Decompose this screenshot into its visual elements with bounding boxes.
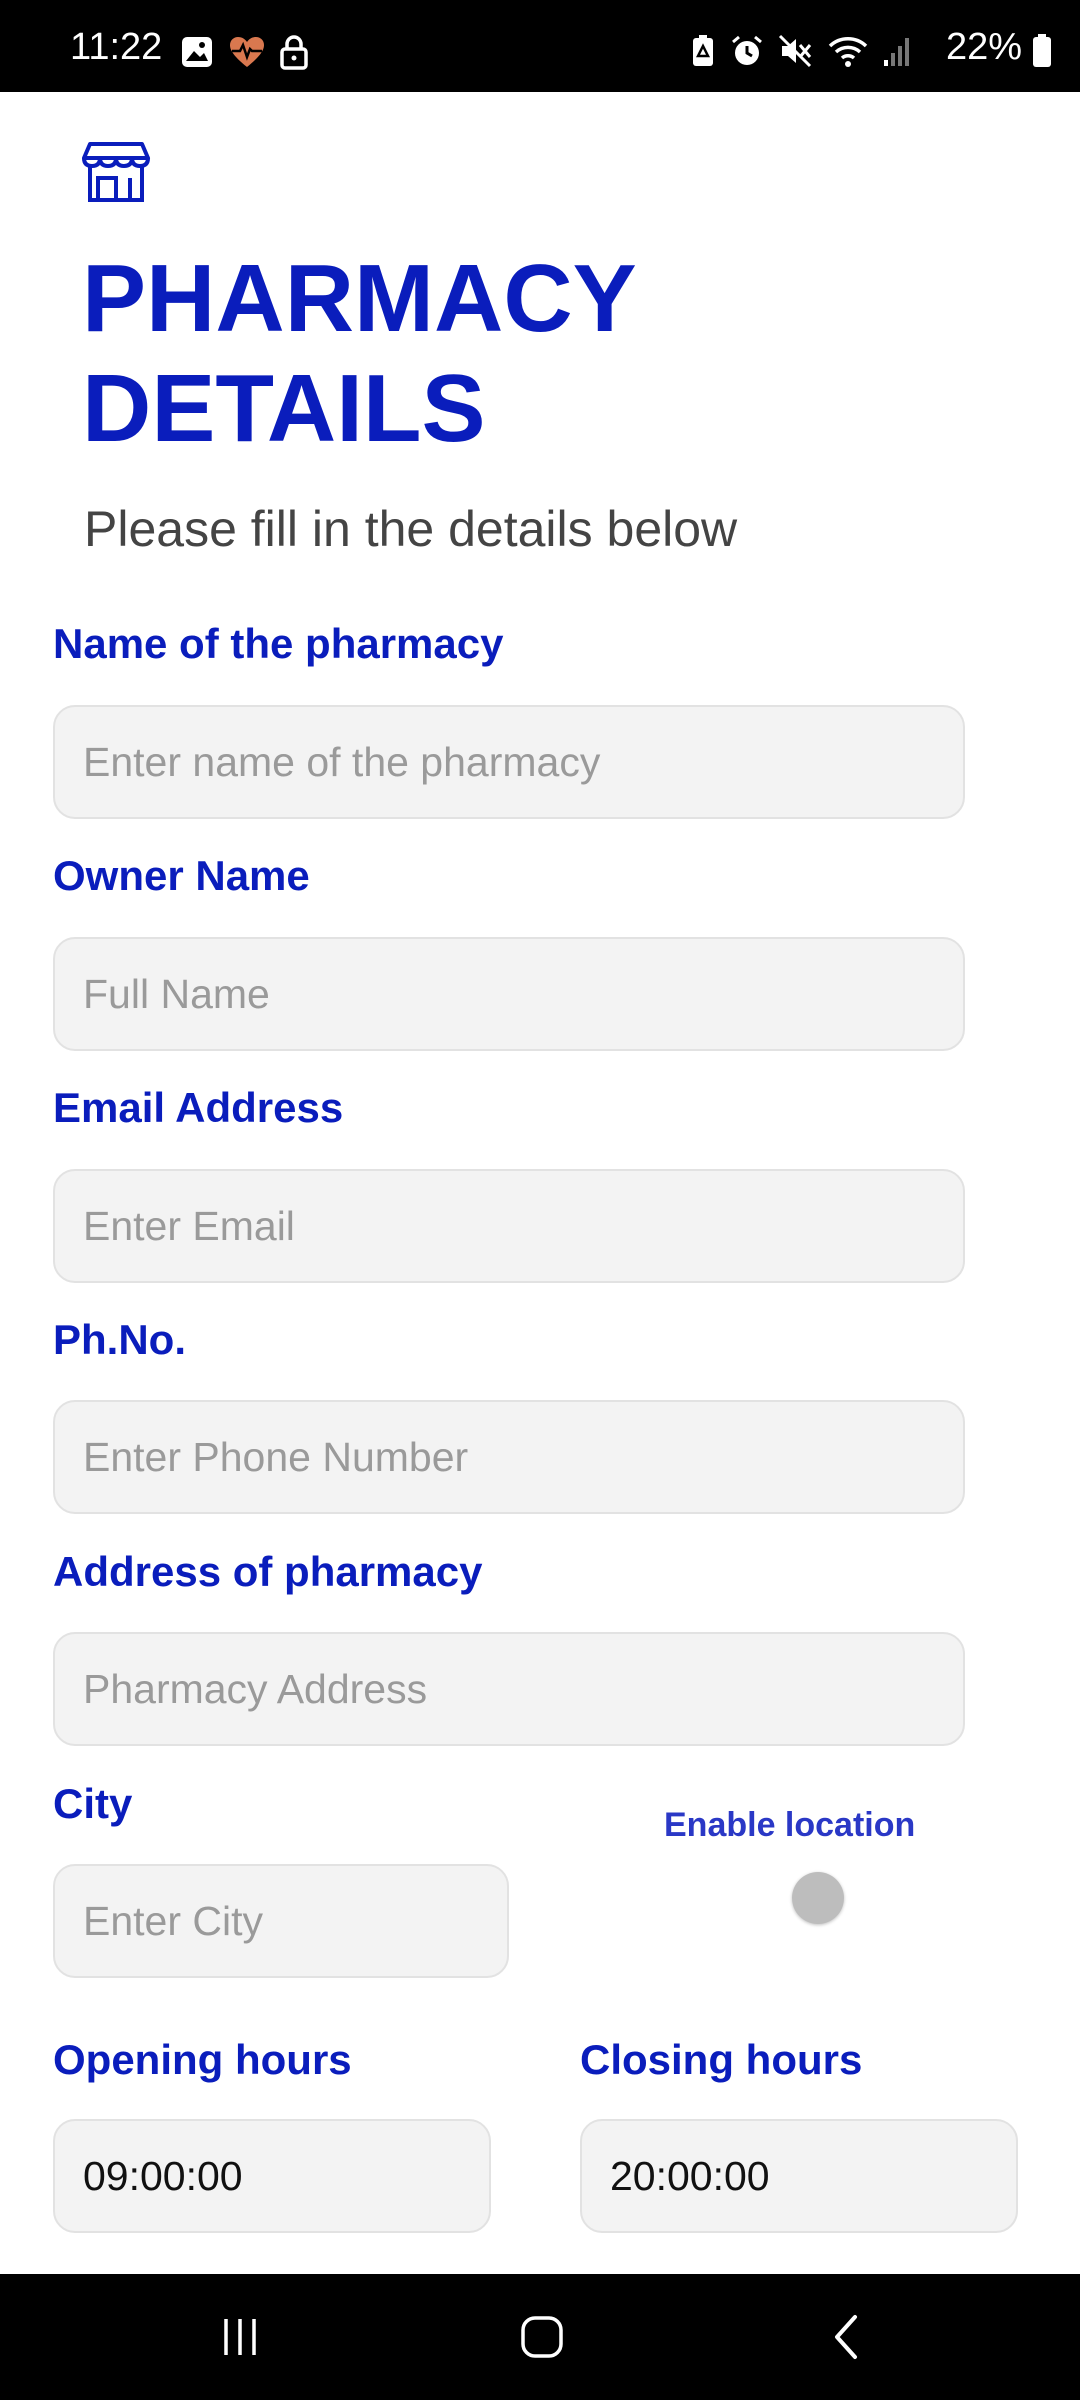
- home-button[interactable]: [502, 2304, 582, 2370]
- battery-percent: 22%: [945, 26, 1022, 68]
- battery-icon: [1032, 34, 1052, 68]
- phone-label: Ph.No.: [53, 1316, 186, 1363]
- pharmacy-name-label: Name of the pharmacy: [53, 620, 504, 667]
- enable-location-label: Enable location: [664, 1806, 916, 1844]
- city-input[interactable]: [53, 1864, 509, 1978]
- opening-hours-label: Opening hours: [53, 2036, 352, 2083]
- store-icon: [80, 140, 152, 204]
- wifi-icon: [828, 34, 868, 68]
- image-icon: [180, 35, 214, 69]
- opening-hours-input[interactable]: [53, 2119, 491, 2233]
- home-icon: [519, 2314, 565, 2360]
- status-time: 11:22: [70, 26, 163, 68]
- city-label: City: [53, 1780, 133, 1827]
- mute-icon: [778, 34, 814, 68]
- status-left-icons: [180, 34, 308, 70]
- navigation-bar: [0, 2274, 1080, 2400]
- page-title: PHARMACY DETAILS: [82, 245, 635, 462]
- page-subtitle: Please fill in the details below: [84, 501, 738, 557]
- recent-apps-button[interactable]: [200, 2304, 280, 2370]
- status-bar: 11:22 22%: [0, 0, 1080, 92]
- status-right-icons: [690, 34, 912, 68]
- battery-saver-icon: [690, 34, 716, 68]
- email-label: Email Address: [53, 1084, 344, 1131]
- email-input[interactable]: [53, 1169, 965, 1283]
- owner-name-label: Owner Name: [53, 852, 310, 899]
- closing-hours-label: Closing hours: [580, 2036, 863, 2083]
- recent-apps-icon: [218, 2315, 262, 2359]
- alarm-icon: [730, 34, 764, 68]
- signal-icon: [882, 34, 912, 68]
- back-icon: [829, 2313, 863, 2361]
- back-button[interactable]: [806, 2304, 886, 2370]
- address-input[interactable]: [53, 1632, 965, 1746]
- enable-location-toggle[interactable]: [792, 1872, 844, 1924]
- pharmacy-name-input[interactable]: [53, 705, 965, 819]
- owner-name-input[interactable]: [53, 937, 965, 1051]
- closing-hours-input[interactable]: [580, 2119, 1018, 2233]
- address-label: Address of pharmacy: [53, 1548, 483, 1595]
- heart-pulse-icon: [228, 35, 266, 69]
- lock-icon: [280, 34, 308, 70]
- phone-input[interactable]: [53, 1400, 965, 1514]
